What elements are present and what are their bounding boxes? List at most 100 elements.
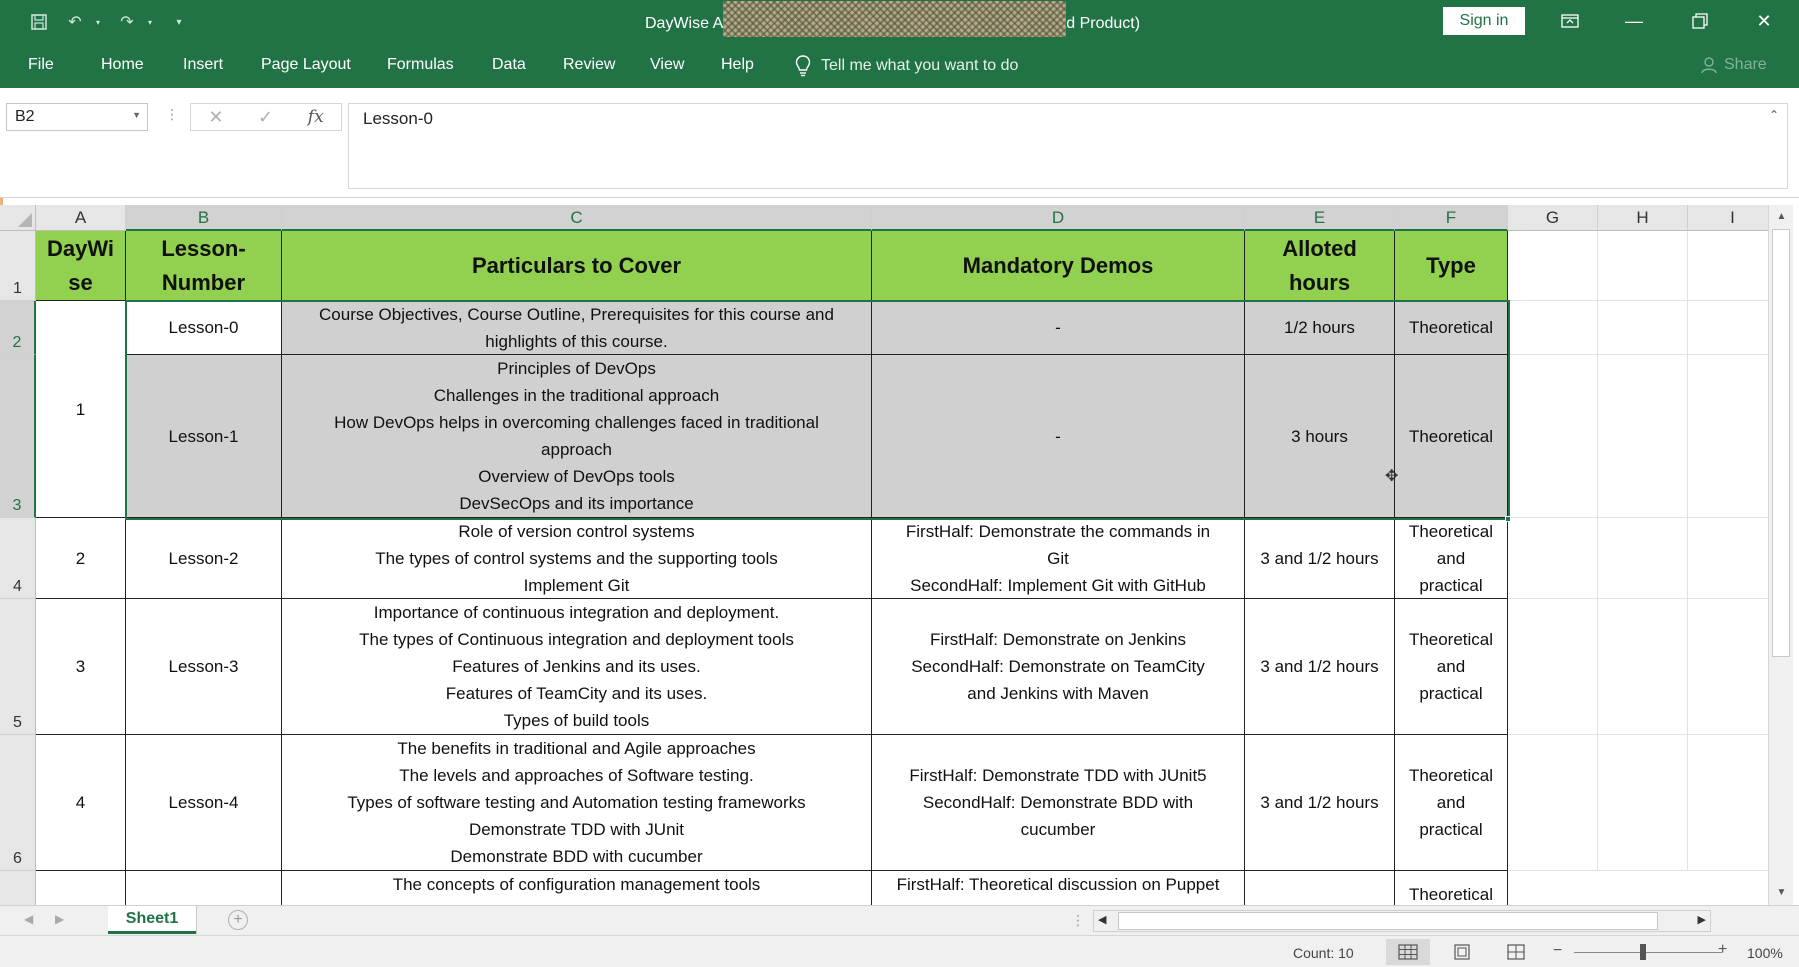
fill-handle[interactable] [1505,516,1511,522]
empty-cell[interactable] [1688,518,1768,599]
empty-cell[interactable] [1688,735,1768,871]
scroll-right-icon[interactable]: ▶ [1698,913,1706,926]
cell-day-5[interactable] [36,871,126,905]
name-box-dropdown-icon[interactable]: ▼ [132,110,141,120]
scroll-down-icon[interactable]: ▼ [1769,883,1794,903]
tab-review[interactable]: Review [563,56,615,74]
tab-view[interactable]: View [650,56,684,74]
header-cell-type[interactable]: Type [1395,231,1508,301]
sheet-tab-sheet1[interactable]: Sheet1 [108,906,196,934]
previous-sheet-icon[interactable]: ◀ [24,912,33,926]
close-icon[interactable]: ✕ [1744,6,1784,36]
cell-lesson-1-number[interactable]: Lesson-1 [126,355,282,518]
empty-cell[interactable] [1598,599,1688,735]
empty-cell[interactable] [1598,301,1688,355]
cell-day-1[interactable]: 1 [36,301,126,518]
cell-lesson-3-type[interactable]: Theoretical and practical [1395,599,1508,735]
cell-lesson-1-hours[interactable]: 3 hours [1245,355,1395,518]
next-sheet-icon[interactable]: ▶ [55,912,64,926]
page-layout-view-icon[interactable] [1440,939,1484,965]
customize-toolbar-icon[interactable]: ▾ [164,10,194,34]
row-header-5[interactable]: 5 [0,599,36,735]
zoom-out-icon[interactable]: − [1553,942,1562,960]
cell-lesson-0-hours[interactable]: 1/2 hours [1245,301,1395,355]
cell-lesson-5-number[interactable] [126,871,282,905]
empty-cell[interactable] [1688,355,1768,518]
column-header-a[interactable]: A [36,205,126,231]
column-header-d[interactable]: D [872,205,1245,231]
row-header-2[interactable]: 2 [0,301,36,355]
cell-lesson-3-demos[interactable]: FirstHalf: Demonstrate on Jenkins Second… [872,599,1245,735]
empty-cell[interactable] [1688,301,1768,355]
ribbon-display-options-icon[interactable] [1550,6,1590,36]
enter-formula-icon[interactable]: ✓ [258,107,273,128]
header-cell-day[interactable]: DayWi se [36,231,126,301]
cell-lesson-3-particulars[interactable]: Importance of continuous integration and… [282,599,872,735]
tab-file[interactable]: File [28,56,54,74]
cell-lesson-0-particulars[interactable]: Course Objectives, Course Outline, Prere… [282,301,872,355]
cell-lesson-0-demos[interactable]: - [872,301,1245,355]
share-button[interactable]: Share [1700,56,1767,74]
cell-lesson-0-type[interactable]: Theoretical [1395,301,1508,355]
cell-lesson-1-type[interactable]: Theoretical [1395,355,1508,518]
header-cell-lesson-number[interactable]: Lesson- Number [126,231,282,301]
row-header-7[interactable] [0,871,36,905]
header-cell-alloted-hours[interactable]: Alloted hours [1245,231,1395,301]
tab-help[interactable]: Help [721,56,754,74]
cell-lesson-1-particulars[interactable]: Principles of DevOps Challenges in the t… [282,355,872,518]
sign-in-button[interactable]: Sign in [1443,7,1525,35]
column-header-f[interactable]: F [1395,205,1508,231]
formula-bar-grip-icon[interactable]: ⋮ [165,106,179,123]
cell-lesson-5-type[interactable]: Theoretical [1395,871,1508,905]
collapse-formula-bar-icon[interactable]: ⌃ [1769,108,1779,122]
scroll-up-icon[interactable]: ▲ [1769,207,1794,227]
page-break-view-icon[interactable] [1494,939,1538,965]
insert-function-icon[interactable]: fx [308,107,324,127]
empty-cell[interactable] [1508,518,1598,599]
normal-view-icon[interactable] [1386,939,1430,965]
empty-cell[interactable] [1508,735,1598,871]
cell-lesson-4-demos[interactable]: FirstHalf: Demonstrate TDD with JUnit5 S… [872,735,1245,871]
empty-cell[interactable] [1688,231,1768,301]
cell-lesson-2-demos[interactable]: FirstHalf: Demonstrate the commands in G… [872,518,1245,599]
cell-lesson-2-type[interactable]: Theoretical and practical [1395,518,1508,599]
redo-dropdown-icon[interactable]: ▾ [148,18,158,27]
undo-dropdown-icon[interactable]: ▾ [96,18,106,27]
zoom-slider[interactable] [1574,952,1722,953]
column-header-b[interactable]: B [126,205,282,231]
column-header-h[interactable]: H [1598,205,1688,231]
zoom-in-icon[interactable]: + [1718,941,1727,959]
header-cell-mandatory-demos[interactable]: Mandatory Demos [872,231,1245,301]
zoom-slider-thumb[interactable] [1640,944,1646,960]
cell-day-3[interactable]: 3 [36,599,126,735]
cell-lesson-5-particulars[interactable]: The concepts of configuration management… [282,871,872,905]
empty-cell[interactable] [1508,231,1598,301]
cell-day-2[interactable]: 2 [36,518,126,599]
scroll-left-icon[interactable]: ◀ [1098,913,1106,926]
column-header-i[interactable]: I [1688,205,1768,231]
save-icon[interactable] [24,10,54,34]
column-header-g[interactable]: G [1508,205,1598,231]
add-sheet-icon[interactable]: + [228,910,248,930]
cell-lesson-5-hours[interactable] [1245,871,1395,905]
horizontal-scroll-thumb[interactable] [1118,912,1658,930]
vertical-scrollbar[interactable]: ▲ ▼ [1768,205,1793,905]
row-header-6[interactable]: 6 [0,735,36,871]
empty-cell[interactable] [1508,355,1598,518]
cell-lesson-1-demos[interactable]: - [872,355,1245,518]
cell-lesson-5-demos[interactable]: FirstHalf: Theoretical discussion on Pup… [872,871,1245,905]
cell-lesson-2-hours[interactable]: 3 and 1/2 hours [1245,518,1395,599]
redo-icon[interactable]: ↷ [112,10,142,34]
cell-lesson-4-number[interactable]: Lesson-4 [126,735,282,871]
empty-cell[interactable] [1598,735,1688,871]
row-header-1[interactable]: 1 [0,231,36,301]
empty-cell[interactable] [1688,599,1768,735]
cell-lesson-2-number[interactable]: Lesson-2 [126,518,282,599]
empty-cell[interactable] [1598,355,1688,518]
minimize-icon[interactable]: — [1614,6,1654,36]
tab-home[interactable]: Home [101,56,144,74]
tab-data[interactable]: Data [492,56,526,74]
row-header-4[interactable]: 4 [0,518,36,599]
cell-lesson-2-particulars[interactable]: Role of version control systems The type… [282,518,872,599]
cell-lesson-3-number[interactable]: Lesson-3 [126,599,282,735]
